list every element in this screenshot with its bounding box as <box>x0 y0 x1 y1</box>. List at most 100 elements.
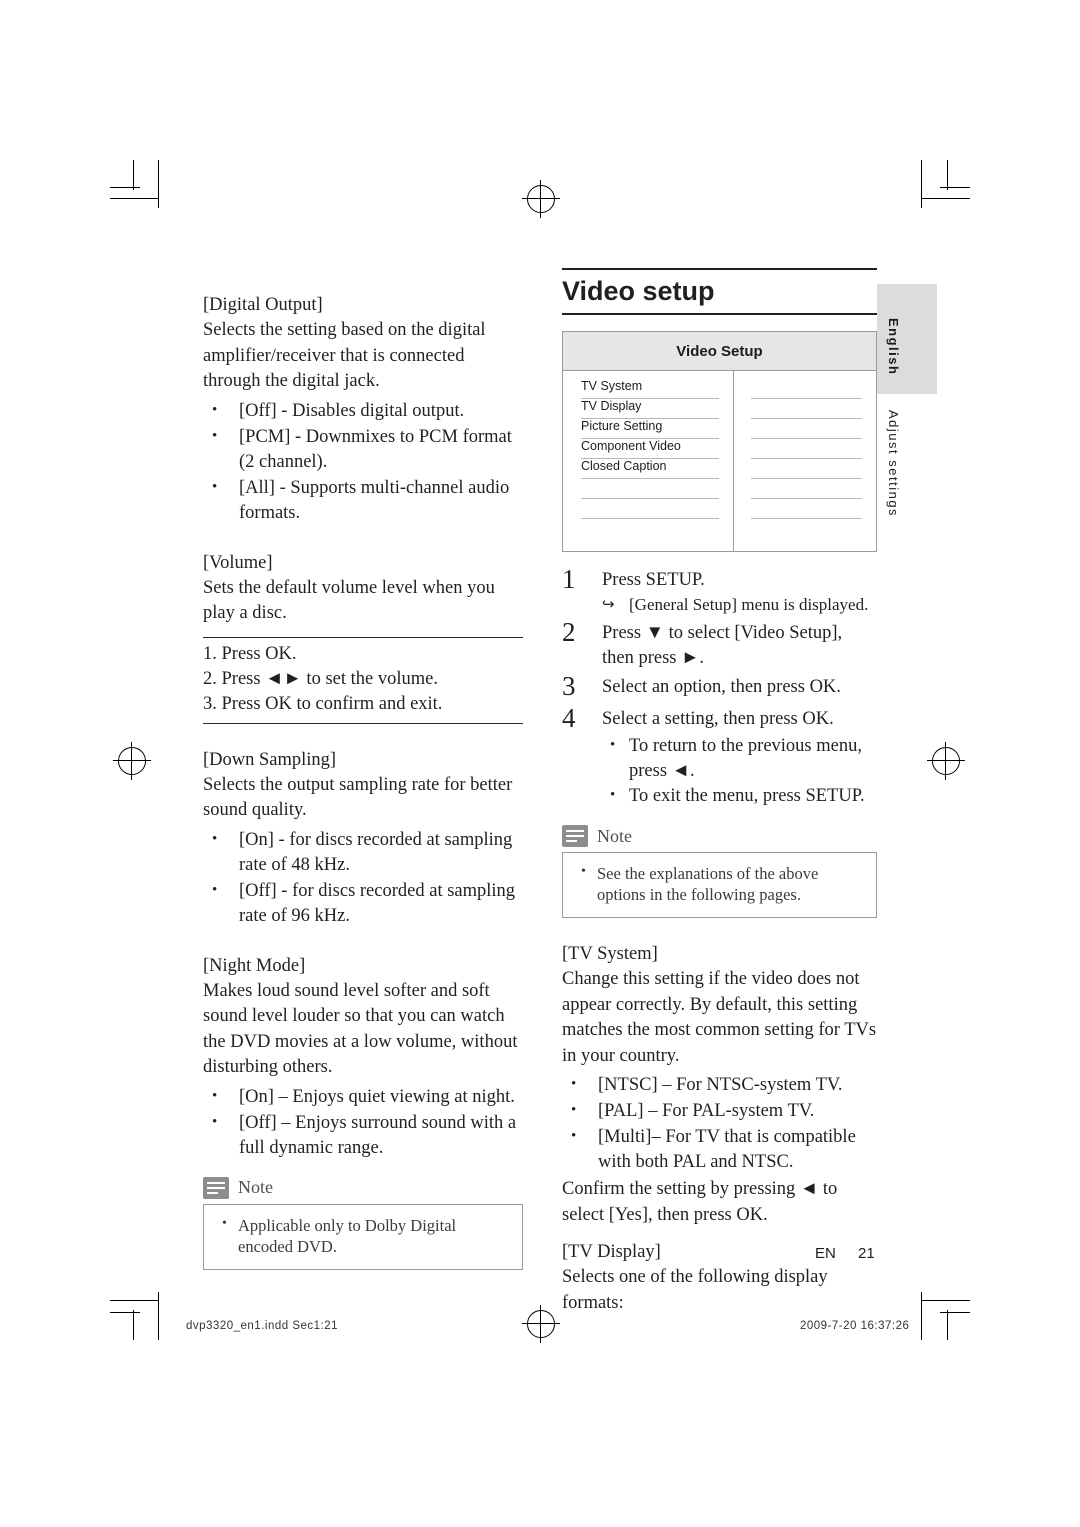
footer-page-number: 21 <box>858 1245 875 1262</box>
imprint-left: dvp3320_en1.indd Sec1:21 <box>186 1320 339 1332</box>
left-column: [Digital Output] Selects the setting bas… <box>203 295 523 1270</box>
imprint-right: 2009-7-20 16:37:26 <box>800 1320 910 1332</box>
crop-mark <box>133 1310 134 1340</box>
crop-mark <box>921 160 922 208</box>
registration-mark-right <box>927 742 965 780</box>
note-box-right: Note See the explanations of the above o… <box>562 825 877 918</box>
note-icon <box>203 1176 229 1199</box>
list-item: [On] - for discs recorded at sampling ra… <box>203 827 523 878</box>
menu-row[interactable]: Picture Setting <box>563 419 876 438</box>
crop-mark <box>947 160 948 190</box>
section-down-sampling: [Down Sampling] Selects the output sampl… <box>203 750 523 929</box>
section-body: Selects the setting based on the digital… <box>203 320 486 391</box>
section-heading: [Volume] <box>203 552 273 573</box>
list-item: [Off] - for discs recorded at sampling r… <box>203 878 523 929</box>
note-label: Note <box>597 825 632 846</box>
menu-row-rules <box>563 478 876 479</box>
arrow-icon: ↪ <box>602 597 615 613</box>
bullet-list: [On] – Enjoys quiet viewing at night. [O… <box>203 1084 523 1161</box>
note-header: Note <box>203 1176 523 1205</box>
crop-mark <box>922 198 970 199</box>
section-heading: [Down Sampling] <box>203 749 337 770</box>
numbered-step: 1. Press OK. <box>203 643 297 664</box>
crop-mark <box>158 160 159 208</box>
list-item: [PAL] – For PAL-system TV. <box>562 1098 877 1124</box>
step: 2 Press ▼ to select [Video Setup], then … <box>562 617 877 671</box>
bullet-list: [On] - for discs recorded at sampling ra… <box>203 827 523 929</box>
section-tv-system: [TV System] Change this setting if the v… <box>562 944 877 1228</box>
section-heading: [Digital Output] <box>203 295 323 315</box>
section-heading: [TV System] <box>562 944 658 964</box>
crop-mark <box>110 198 158 199</box>
section-body: Selects the output sampling rate for bet… <box>203 774 513 821</box>
step-number: 3 <box>562 671 576 701</box>
screenshot-header: Video Setup <box>563 332 876 371</box>
registration-mark-left <box>113 742 151 780</box>
side-tab-chapter: Adjust settings <box>886 410 901 518</box>
step-number: 4 <box>562 703 576 733</box>
menu-row-label: TV Display <box>581 399 642 413</box>
title-rule <box>562 313 877 315</box>
side-tab-language: English <box>886 318 901 376</box>
list-item: [Off] - Disables digital output. <box>203 398 523 424</box>
crop-mark <box>922 1300 970 1301</box>
crop-mark <box>110 1300 158 1301</box>
menu-row[interactable]: TV System <box>563 379 876 398</box>
bullet-list: [NTSC] – For NTSC-system TV. [PAL] – For… <box>562 1072 877 1175</box>
menu-row-label: TV System <box>581 379 643 393</box>
list-item: Applicable only to Dolby Digital encoded… <box>216 1213 510 1257</box>
note-icon <box>562 825 588 847</box>
section-body: Selects one of the following display for… <box>562 1267 828 1313</box>
crop-mark <box>110 1312 140 1313</box>
note-box-left: Note Applicable only to Dolby Digital en… <box>203 1176 523 1270</box>
menu-row[interactable]: TV Display <box>563 399 876 418</box>
section-digital-output: [Digital Output] Selects the setting bas… <box>203 295 523 526</box>
step-substep: To exit the menu, press SETUP. <box>602 783 877 809</box>
menu-row-label: Closed Caption <box>581 459 667 473</box>
screenshot-title: Video Setup <box>676 342 763 360</box>
crop-mark <box>940 187 970 188</box>
step: 3 Select an option, then press OK. <box>562 671 877 705</box>
numbered-step: 2. Press ◄► to set the volume. <box>203 668 438 689</box>
numbered-step: 3. Press OK to confirm and exit. <box>203 693 443 714</box>
step-result-text: [General Setup] menu is displayed. <box>629 595 869 614</box>
section-volume: [Volume] Sets the default volume level w… <box>203 553 523 724</box>
section-heading: [Night Mode] <box>203 955 306 976</box>
step-substep: To return to the previous menu, press ◄. <box>602 733 877 784</box>
menu-row-empty <box>563 499 876 518</box>
footer-language: EN <box>815 1245 836 1262</box>
menu-row[interactable]: Closed Caption <box>563 459 876 478</box>
crop-mark <box>921 1292 922 1340</box>
step: 1 Press SETUP. ↪ [General Setup] menu is… <box>562 564 877 617</box>
screenshot-body: TV System TV Display Picture Setting Com… <box>563 371 876 551</box>
menu-row-empty <box>563 479 876 498</box>
menu-row-rules <box>563 498 876 499</box>
note-body: See the explanations of the above option… <box>562 853 877 918</box>
crop-mark <box>158 1292 159 1340</box>
note-body: Applicable only to Dolby Digital encoded… <box>203 1204 523 1270</box>
list-item: [All] - Supports multi-channel audio for… <box>203 475 523 526</box>
bullet-list: [Off] - Disables digital output. [PCM] -… <box>203 398 523 526</box>
step-text: Select an option, then press OK. <box>602 677 841 697</box>
page-title: Video setup <box>562 276 715 306</box>
menu-row-label: Component Video <box>581 439 681 453</box>
step-text: Press SETUP. <box>602 570 705 590</box>
crop-mark <box>110 187 140 188</box>
menu-row[interactable]: Component Video <box>563 439 876 458</box>
step: 4 Select a setting, then press OK. To re… <box>562 703 877 809</box>
list-item: [PCM] - Downmixes to PCM format (2 chann… <box>203 424 523 475</box>
screenshot-divider <box>733 371 734 551</box>
list-item: [On] – Enjoys quiet viewing at night. <box>203 1084 523 1110</box>
crop-mark <box>947 1310 948 1340</box>
step-result: ↪ [General Setup] menu is displayed. <box>602 593 877 617</box>
video-setup-screenshot: Video Setup TV System TV Display Picture… <box>562 331 877 552</box>
registration-mark-bottom <box>522 1305 560 1343</box>
page: English Adjust settings [Digital Output]… <box>0 0 1080 1527</box>
crop-mark <box>133 160 134 190</box>
section-night-mode: [Night Mode] Makes loud sound level soft… <box>203 956 523 1161</box>
